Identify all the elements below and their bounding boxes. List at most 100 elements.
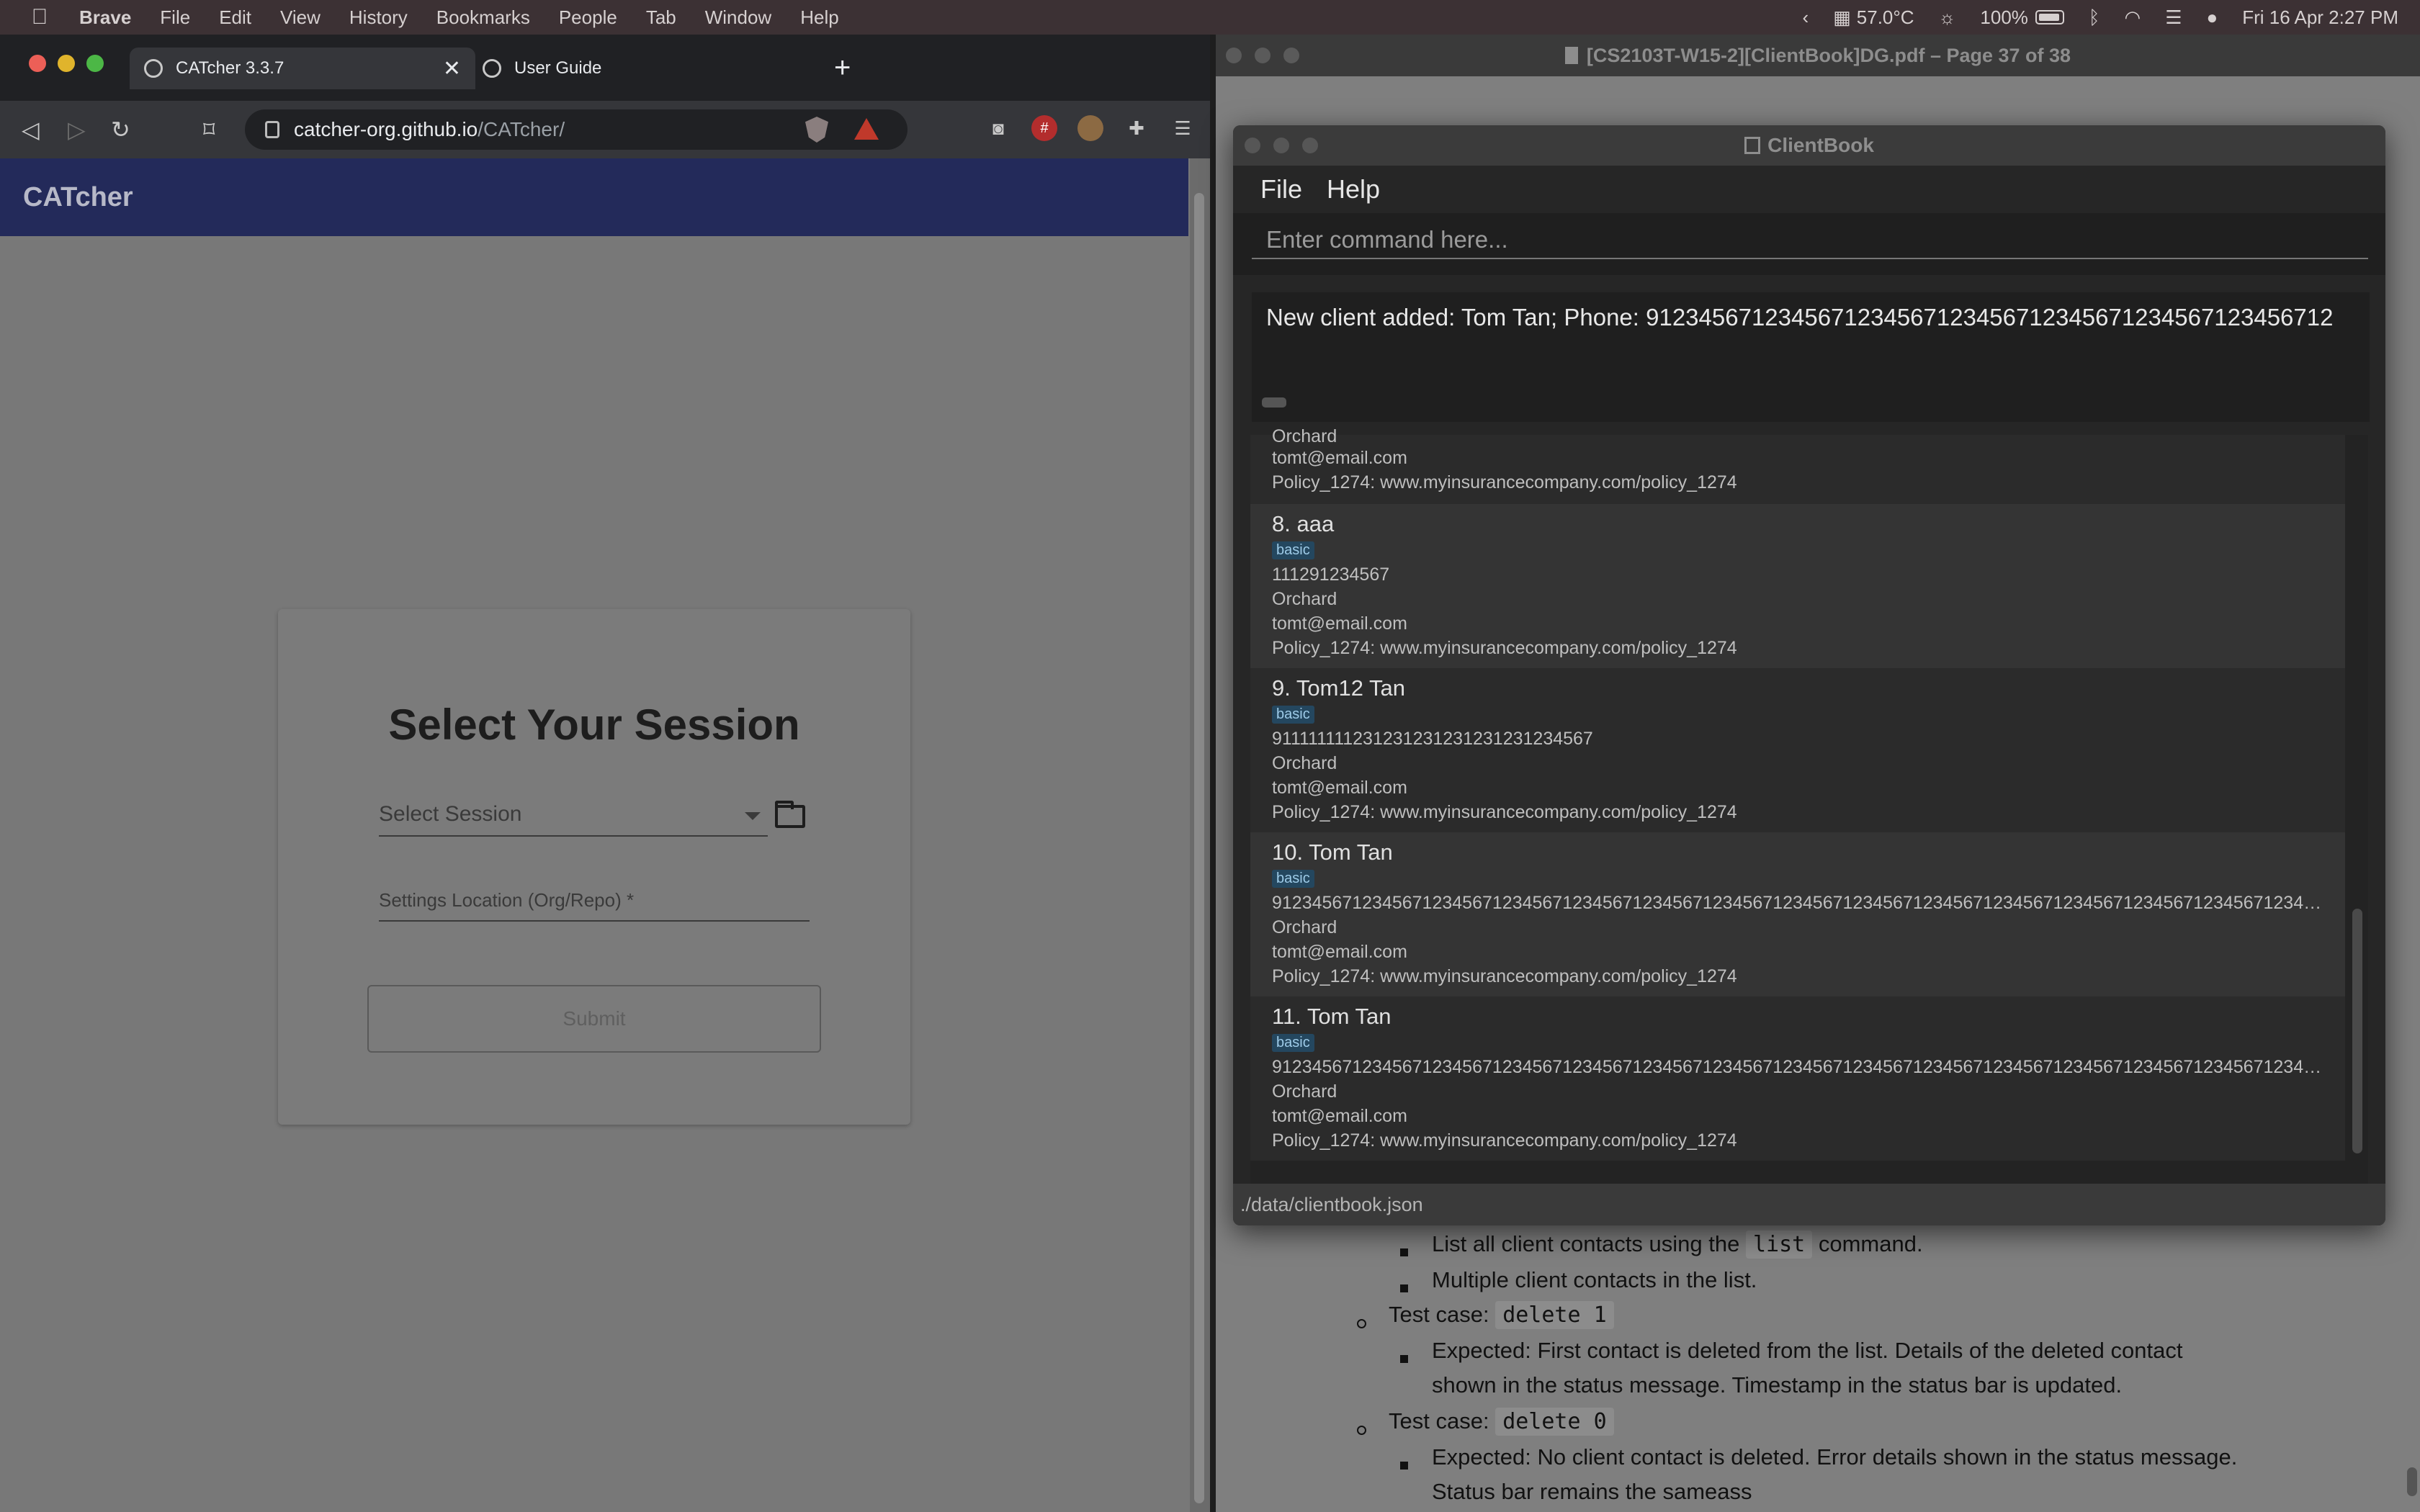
apple-icon[interactable]:  xyxy=(29,6,50,28)
clientbook-menu-help[interactable]: Help xyxy=(1327,174,1380,204)
client-list-scrollbar[interactable] xyxy=(2349,435,2365,1225)
page-scrollbar[interactable] xyxy=(1190,158,1210,1512)
client-card-8[interactable]: 8. aaa basic 111291234567 Orchard tomt@e… xyxy=(1250,504,2345,668)
pdf-minimize-button[interactable] xyxy=(1255,48,1270,63)
clientbook-menu-file[interactable]: File xyxy=(1260,174,1302,204)
scrollbar-thumb[interactable] xyxy=(1194,193,1204,1503)
brave-shields-icon[interactable] xyxy=(805,117,828,143)
close-window-button[interactable] xyxy=(29,55,46,72)
pdf-zoom-button[interactable] xyxy=(1283,48,1299,63)
catcher-brand[interactable]: CATcher xyxy=(23,182,133,213)
cpu-temperature[interactable]: ▦ 57.0°C xyxy=(1833,6,1914,29)
client-card-11[interactable]: 11. Tom Tan basic 9123456712345671234567… xyxy=(1250,996,2345,1161)
client-policy: Policy_1274: www.myinsurancecompany.com/… xyxy=(1272,1130,1737,1151)
temperature-text: 57.0°C xyxy=(1856,6,1914,28)
submit-button[interactable]: Submit xyxy=(367,985,821,1053)
client-policy: Policy_1274: www.myinsurancecompany.com/… xyxy=(1272,638,1737,658)
bookmark-icon[interactable]: ⌑ xyxy=(203,115,215,144)
client-phone: 9123456712345671234567123456712345671234… xyxy=(1272,893,2331,913)
settings-location-placeholder: Settings Location (Org/Repo) * xyxy=(379,889,635,911)
pdf-close-button[interactable] xyxy=(1226,48,1242,63)
pdf-line-expected-1a: Expected: First contact is deleted from … xyxy=(1432,1338,2183,1363)
clientbook-window: ClientBook File Help Enter command here.… xyxy=(1233,125,2385,1225)
client-list[interactable]: Orchard tomt@email.com Policy_1274: www.… xyxy=(1250,426,2368,1225)
client-address: Orchard xyxy=(1272,753,1337,773)
catcher-app-bar: CATcher xyxy=(0,158,1188,236)
menu-bookmarks[interactable]: Bookmarks xyxy=(436,6,530,29)
reload-icon[interactable]: ↻ xyxy=(111,115,130,144)
menu-view[interactable]: View xyxy=(280,6,321,29)
tab-catcher[interactable]: CATcher 3.3.7 ✕ xyxy=(130,48,475,89)
menu-file[interactable]: File xyxy=(160,6,190,29)
result-text: New client added: Tom Tan; Phone: 912345… xyxy=(1266,304,2334,330)
zoom-window-button[interactable] xyxy=(86,55,104,72)
select-session-dropdown[interactable]: Select Session xyxy=(379,795,768,837)
brightness-icon[interactable]: ☼ xyxy=(1939,6,1956,29)
back-icon[interactable]: ◁ xyxy=(22,115,40,144)
client-name: 11. Tom Tan xyxy=(1272,1004,1392,1029)
clientbook-minimize-button[interactable] xyxy=(1273,138,1289,153)
forward-icon[interactable]: ▷ xyxy=(68,115,86,144)
battery-status[interactable]: 100% xyxy=(1980,6,2064,29)
settings-location-input[interactable]: Settings Location (Org/Repo) * xyxy=(379,881,810,922)
menubar-clock[interactable]: Fri 16 Apr 2:27 PM xyxy=(2242,6,2398,29)
battery-text: 100% xyxy=(1980,6,2028,28)
client-address: Orchard xyxy=(1272,917,1337,937)
new-tab-button[interactable]: + xyxy=(834,53,851,82)
puzzle-extensions-icon[interactable]: ✚ xyxy=(1124,115,1150,141)
menu-tab[interactable]: Tab xyxy=(646,6,676,29)
clientbook-window-controls xyxy=(1245,138,1331,153)
menu-window[interactable]: Window xyxy=(705,6,771,29)
bullet-square xyxy=(1400,1284,1408,1292)
client-card-partial[interactable]: Orchard tomt@email.com Policy_1274: www.… xyxy=(1250,426,2345,504)
lock-icon[interactable] xyxy=(265,121,279,138)
pdf-line-testcase-0: Test case: delete 0 xyxy=(1389,1408,1614,1436)
menu-app-brave[interactable]: Brave xyxy=(79,6,131,29)
brave-rewards-icon[interactable] xyxy=(854,118,879,140)
command-input[interactable]: Enter command here... xyxy=(1252,220,2368,259)
siri-icon[interactable]: ● xyxy=(2207,6,2218,29)
client-list-scrollbar-thumb[interactable] xyxy=(2352,909,2362,1153)
command-box: Enter command here... xyxy=(1233,213,2385,275)
menu-hamburger-icon[interactable]: ☰ xyxy=(1170,115,1196,141)
menu-edit[interactable]: Edit xyxy=(219,6,251,29)
tab-user-guide[interactable]: User Guide xyxy=(483,48,821,89)
result-scrollbar-thumb[interactable] xyxy=(1262,397,1286,408)
client-address: Orchard xyxy=(1272,426,1337,446)
address-bar[interactable]: catcher-org.github.io/CATcher/ xyxy=(245,109,908,150)
clientbook-close-button[interactable] xyxy=(1245,138,1260,153)
hashtag-extension-icon[interactable]: # xyxy=(1031,115,1057,141)
session-card: Select Your Session Select Session Setti… xyxy=(278,609,910,1125)
url-host: catcher-org.github.io xyxy=(294,118,478,140)
clientbook-zoom-button[interactable] xyxy=(1302,138,1318,153)
wifi-icon[interactable]: ◠ xyxy=(2125,6,2141,29)
bullet-circle xyxy=(1357,1426,1366,1435)
result-display[interactable]: New client added: Tom Tan; Phone: 912345… xyxy=(1252,292,2370,422)
menu-history[interactable]: History xyxy=(349,6,408,29)
folder-icon[interactable] xyxy=(775,801,805,828)
client-name: 10. Tom Tan xyxy=(1272,840,1393,865)
clientbook-app-icon xyxy=(1744,137,1761,154)
client-card-9[interactable]: 9. Tom12 Tan basic 911111111231231231231… xyxy=(1250,668,2345,832)
menu-help[interactable]: Help xyxy=(800,6,838,29)
client-tag: basic xyxy=(1272,541,1314,559)
pdf-text: List all client contacts using the xyxy=(1432,1231,1740,1256)
pdf-window-controls xyxy=(1226,48,1312,63)
client-address: Orchard xyxy=(1272,1081,1337,1102)
client-card-10[interactable]: 10. Tom Tan basic 9123456712345671234567… xyxy=(1250,832,2345,996)
cookie-extension-icon[interactable] xyxy=(1077,115,1103,141)
clientbook-menubar: File Help xyxy=(1233,166,2385,213)
camera-extension-icon[interactable]: ◙ xyxy=(985,115,1011,141)
menubar-status-area: ‹ ▦ 57.0°C ☼ 100% ᛒ ◠ ☰ ● Fri 16 Apr 2:27… xyxy=(1778,0,2398,35)
client-tag: basic xyxy=(1272,1034,1314,1052)
control-center-icon[interactable]: ☰ xyxy=(2165,6,2182,29)
menu-people[interactable]: People xyxy=(559,6,617,29)
tab-catcher-label: CATcher 3.3.7 xyxy=(176,58,284,78)
minimize-window-button[interactable] xyxy=(58,55,75,72)
bullet-circle xyxy=(1357,1319,1366,1328)
chevron-left-icon[interactable]: ‹ xyxy=(1803,6,1809,29)
bullet-square xyxy=(1400,1355,1408,1363)
pdf-scrollbar-thumb[interactable] xyxy=(2407,1467,2417,1496)
close-tab-icon[interactable]: ✕ xyxy=(443,56,461,81)
bluetooth-icon[interactable]: ᛒ xyxy=(2089,6,2100,29)
